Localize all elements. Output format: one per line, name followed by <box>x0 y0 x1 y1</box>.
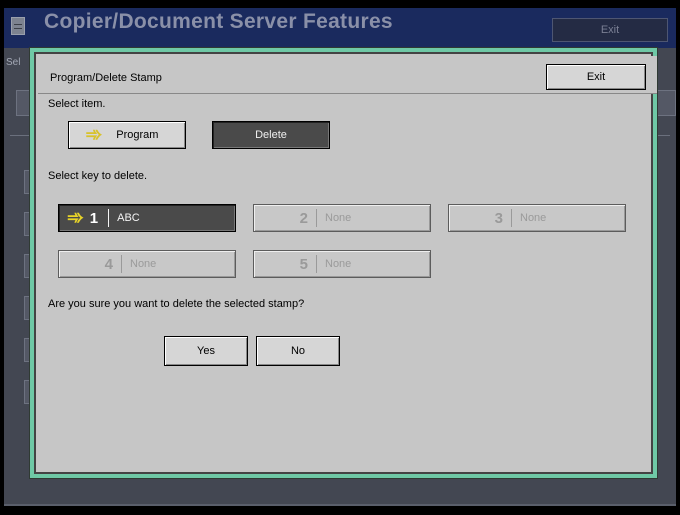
program-button-label: Program <box>116 129 159 141</box>
confirm-delete-text: Are you sure you want to delete the sele… <box>48 298 305 310</box>
stamp-name: None <box>325 258 352 270</box>
stamp-number: 1 <box>89 209 99 227</box>
stamp-name: None <box>520 212 547 224</box>
stamp-number: 2 <box>299 209 308 227</box>
arrow-right-icon: ➾ <box>85 124 103 146</box>
stamp-number: 3 <box>494 209 503 227</box>
delete-button[interactable]: Delete <box>212 121 330 149</box>
stamp-number: 4 <box>104 255 113 273</box>
stamp-separator <box>316 255 317 273</box>
dialog-titlebar: Program/Delete Stamp Exit <box>38 56 657 94</box>
stamp-key-1[interactable]: ➾ 1 ABC <box>58 204 236 232</box>
stamp-number: 5 <box>299 255 308 273</box>
background-exit-button[interactable]: Exit <box>552 18 668 42</box>
yes-button[interactable]: Yes <box>164 336 248 366</box>
stamp-key-2[interactable]: 2 None <box>253 204 431 232</box>
select-key-label: Select key to delete. <box>48 170 148 182</box>
arrow-right-icon: ➾ <box>67 207 84 229</box>
background-tab-right <box>656 90 676 116</box>
exit-button[interactable]: Exit <box>546 64 646 90</box>
document-server-icon <box>11 17 25 35</box>
stamp-separator <box>316 209 317 227</box>
stamp-separator <box>511 209 512 227</box>
stamp-key-3[interactable]: 3 None <box>448 204 626 232</box>
stamp-name: None <box>325 212 352 224</box>
program-delete-stamp-dialog: Program/Delete Stamp Exit Select item. ➾… <box>30 48 657 478</box>
program-button[interactable]: ➾ Program <box>68 121 186 149</box>
stamp-name: None <box>130 258 157 270</box>
dialog-inner-frame: Program/Delete Stamp Exit Select item. ➾… <box>34 52 657 474</box>
dialog-title: Program/Delete Stamp <box>50 72 162 84</box>
no-button[interactable]: No <box>256 336 340 366</box>
stamp-separator <box>108 209 110 227</box>
background-select-label: Sel <box>6 57 21 68</box>
stamp-separator <box>121 255 122 273</box>
stamp-name: ABC <box>117 212 140 224</box>
background-title: Copier/Document Server Features <box>44 10 393 33</box>
select-item-label: Select item. <box>48 98 106 110</box>
stamp-key-5[interactable]: 5 None <box>253 250 431 278</box>
stamp-key-4[interactable]: 4 None <box>58 250 236 278</box>
